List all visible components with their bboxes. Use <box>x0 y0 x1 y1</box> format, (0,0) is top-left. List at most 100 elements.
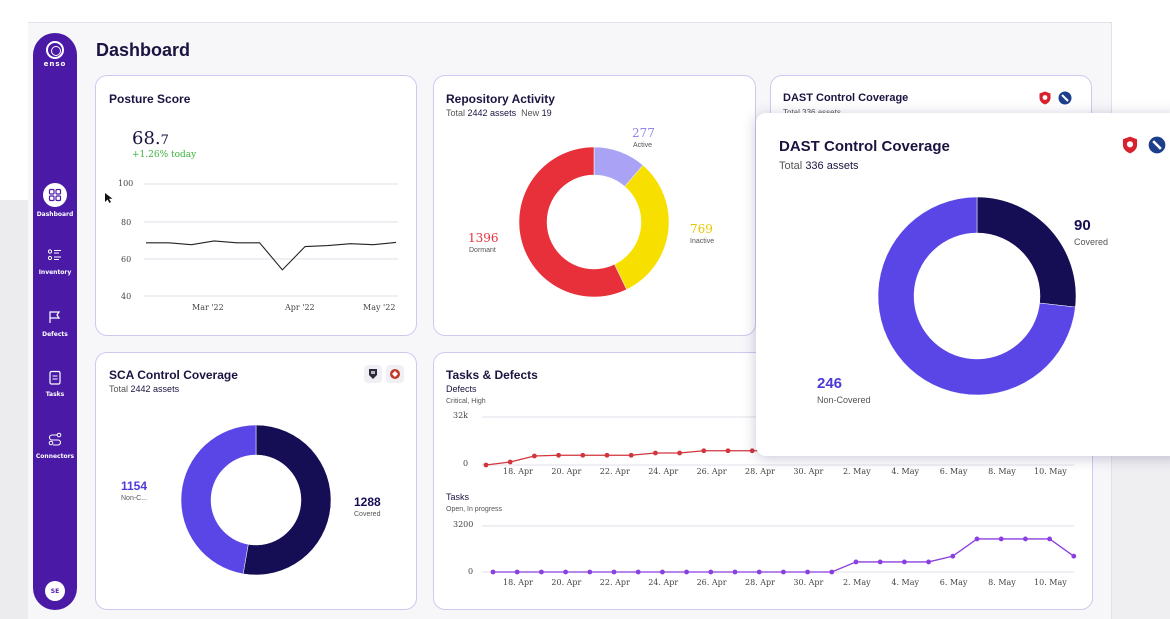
sidebar-item-dashboard[interactable]: Dashboard <box>33 183 77 218</box>
tasks-point <box>829 569 835 575</box>
defects-point <box>628 452 634 458</box>
logo-text: enso <box>43 60 67 68</box>
x-tick: 30. Apr <box>793 467 823 476</box>
tasks-point <box>1023 536 1028 542</box>
repository-donut-chart <box>518 146 670 298</box>
tasks-point <box>926 559 931 565</box>
tasks-point <box>684 569 689 575</box>
sidebar-item-label: Inventory <box>38 269 72 276</box>
tasks-point <box>781 569 786 575</box>
tasks-point <box>490 569 496 575</box>
tasks-point <box>998 536 1004 542</box>
tasks-point <box>805 569 810 575</box>
sidebar-item-label: Tasks <box>45 391 65 398</box>
sidebar-item-defects[interactable]: Defects <box>33 307 77 338</box>
grid-icon <box>43 183 67 207</box>
x-tick: 28. Apr <box>745 467 775 476</box>
page-title: Dashboard <box>96 40 191 60</box>
connectors-icon <box>45 429 65 449</box>
x-tick: 8. May <box>988 578 1016 587</box>
tasks-point <box>853 559 859 565</box>
x-tick: 22. Apr <box>600 467 630 476</box>
x-tick: 26. Apr <box>697 578 727 587</box>
covered-slice <box>242 424 332 576</box>
tasks-point <box>611 569 617 575</box>
tasks-point <box>732 569 738 575</box>
defects-point <box>483 462 489 468</box>
logo-icon <box>46 41 64 59</box>
tasks-point <box>539 569 544 575</box>
noncovered-slice <box>180 424 257 575</box>
x-tick: 18. Apr <box>503 467 533 476</box>
card-title: DAST Control Coverage <box>783 92 909 104</box>
tasks-point <box>902 559 907 565</box>
x-tick: 10. May <box>1034 467 1067 476</box>
posture-score-card[interactable]: Posture Score 68.7 +1.26% today 100 80 6… <box>95 75 417 336</box>
posture-line-chart <box>144 183 398 297</box>
sidebar-item-label: Defects <box>42 331 68 338</box>
defects-point <box>580 452 586 458</box>
x-tick: 22. Apr <box>600 578 630 587</box>
sidebar-item-connectors[interactable]: Connectors <box>33 429 77 460</box>
tasks-series-line <box>493 538 1075 573</box>
shield-blue-icon <box>1057 90 1073 106</box>
tasks-point <box>587 569 593 575</box>
tasks-point <box>635 569 641 575</box>
defects-point <box>677 450 682 456</box>
avatar[interactable]: SE <box>45 581 65 601</box>
defects-point <box>507 459 513 465</box>
background-panel-right <box>1112 455 1170 619</box>
shield-red-icon <box>1037 90 1053 106</box>
sidebar-item-inventory[interactable]: Inventory <box>33 245 77 276</box>
clipboard-icon <box>45 367 65 387</box>
covered-slice <box>976 196 1077 308</box>
x-tick: 8. May <box>988 467 1016 476</box>
x-tick: 30. Apr <box>793 578 823 587</box>
defects-point <box>749 448 755 454</box>
x-tick: 4. May <box>891 578 919 587</box>
defects-point <box>653 450 658 456</box>
x-tick: 4. May <box>891 467 919 476</box>
x-tick: 18. Apr <box>503 578 533 587</box>
tasks-point <box>1047 536 1052 542</box>
defects-point <box>725 448 731 454</box>
x-tick: 2. May <box>843 578 871 587</box>
tasks-point <box>514 569 520 575</box>
x-tick: 6. May <box>940 467 968 476</box>
defects-point <box>701 448 707 454</box>
defects-point <box>556 452 561 458</box>
x-tick: 24. Apr <box>648 467 678 476</box>
tasks-point <box>1071 553 1077 559</box>
x-tick: 6. May <box>940 578 968 587</box>
sidebar: enso Dashboard Inventory Defects Tasks C… <box>33 33 77 610</box>
x-tick: 10. May <box>1034 578 1067 587</box>
dast-coverage-popout[interactable]: DAST Control Coverage Total 336 assets 9… <box>756 113 1170 456</box>
list-icon <box>45 245 65 265</box>
flag-icon <box>45 307 65 327</box>
x-tick: 24. Apr <box>648 578 678 587</box>
sca-coverage-card[interactable]: SCA Control Coverage Total 2442 assets 1… <box>95 352 417 610</box>
posture-series-line <box>146 240 397 271</box>
sidebar-item-label: Dashboard <box>36 211 74 218</box>
x-tick: 2. May <box>843 467 871 476</box>
tasks-point <box>974 536 980 542</box>
tasks-point <box>660 569 665 575</box>
tasks-point <box>563 569 568 575</box>
enso-logo[interactable]: enso <box>33 41 77 68</box>
screen: { "app": { "logo_text": "enso", "page_ti… <box>0 0 1170 619</box>
repository-activity-card[interactable]: Repository Activity Total 2442 assets Ne… <box>433 75 756 336</box>
dast-donut-chart <box>877 196 1077 396</box>
x-tick: 26. Apr <box>697 467 727 476</box>
x-tick: 28. Apr <box>745 578 775 587</box>
tasks-point <box>877 559 883 565</box>
tasks-point <box>708 569 714 575</box>
sca-donut-chart <box>180 424 332 576</box>
x-tick: 20. Apr <box>551 467 581 476</box>
tasks-point <box>756 569 762 575</box>
tasks-point <box>950 553 956 559</box>
mouse-cursor-icon <box>105 193 113 203</box>
defects-point <box>604 452 610 458</box>
sidebar-item-tasks[interactable]: Tasks <box>33 367 77 398</box>
defects-point <box>532 453 537 459</box>
sidebar-item-label: Connectors <box>35 453 75 460</box>
